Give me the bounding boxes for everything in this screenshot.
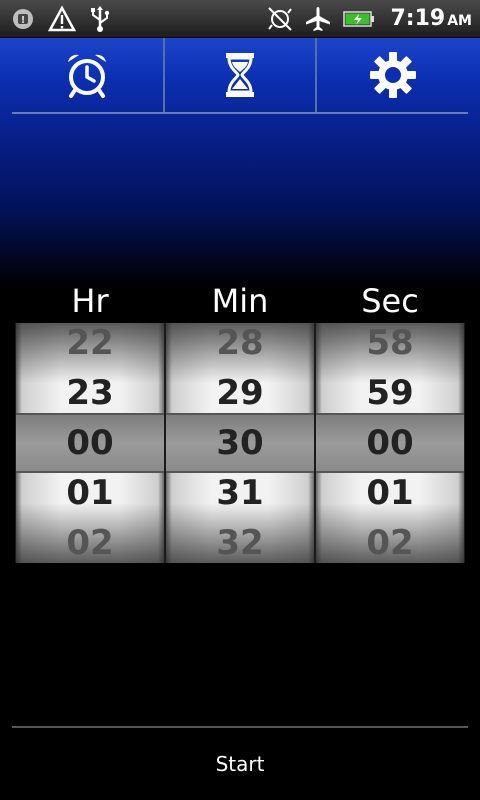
wheel-value[interactable]: 28 bbox=[166, 323, 314, 368]
usb-icon[interactable] bbox=[86, 5, 114, 33]
svg-text:!: ! bbox=[21, 15, 26, 26]
status-left-icons: ! bbox=[10, 4, 114, 33]
wheel-value[interactable]: 23 bbox=[16, 368, 164, 418]
wheel-value[interactable]: 58 bbox=[316, 323, 464, 368]
wheel-value[interactable]: 22 bbox=[16, 323, 164, 368]
hours-wheel[interactable]: 22 23 00 01 02 bbox=[16, 323, 164, 563]
app-notification-icon[interactable]: ! bbox=[10, 5, 38, 33]
tab-alarm[interactable] bbox=[12, 38, 163, 112]
alarm-clock-icon bbox=[68, 54, 107, 98]
hours-label: Hr bbox=[71, 282, 109, 320]
wheel-value-selected[interactable]: 30 bbox=[166, 418, 314, 468]
battery-charging-icon bbox=[342, 5, 376, 33]
seconds-label: Sec bbox=[361, 282, 419, 320]
hourglass-icon bbox=[226, 53, 254, 97]
tab-timer[interactable] bbox=[162, 38, 316, 112]
tab-settings[interactable] bbox=[315, 38, 468, 112]
minutes-label: Min bbox=[211, 282, 269, 320]
wheel-value[interactable]: 01 bbox=[316, 468, 464, 518]
airplane-mode-icon bbox=[304, 5, 332, 33]
header bbox=[0, 38, 480, 288]
wheel-value[interactable]: 31 bbox=[166, 468, 314, 518]
wheel-value[interactable]: 59 bbox=[316, 368, 464, 418]
wheel-value[interactable]: 02 bbox=[316, 518, 464, 563]
minutes-wheel[interactable]: 28 29 30 31 32 bbox=[166, 323, 314, 563]
seconds-wheel[interactable]: 58 59 00 01 02 bbox=[316, 323, 464, 563]
time-picker: 22 23 00 01 02 28 29 30 31 32 58 59 00 0… bbox=[15, 323, 465, 563]
start-button[interactable]: Start bbox=[0, 728, 480, 800]
sync-off-icon bbox=[266, 5, 294, 33]
status-right-icons: 7:19 AM bbox=[266, 5, 472, 33]
status-clock: 7:19 AM bbox=[390, 6, 472, 31]
gear-icon bbox=[369, 52, 416, 98]
status-bar: ! 7:19 AM bbox=[0, 0, 480, 38]
warning-icon[interactable] bbox=[48, 4, 76, 33]
wheel-value[interactable]: 01 bbox=[16, 468, 164, 518]
picker-labels: Hr Min Sec bbox=[15, 282, 465, 322]
wheel-value-selected[interactable]: 00 bbox=[316, 418, 464, 468]
wheel-value[interactable]: 02 bbox=[16, 518, 164, 563]
tab-bar bbox=[12, 38, 468, 114]
wheel-value[interactable]: 32 bbox=[166, 518, 314, 563]
wheel-value[interactable]: 29 bbox=[166, 368, 314, 418]
wheel-value-selected[interactable]: 00 bbox=[16, 418, 164, 468]
